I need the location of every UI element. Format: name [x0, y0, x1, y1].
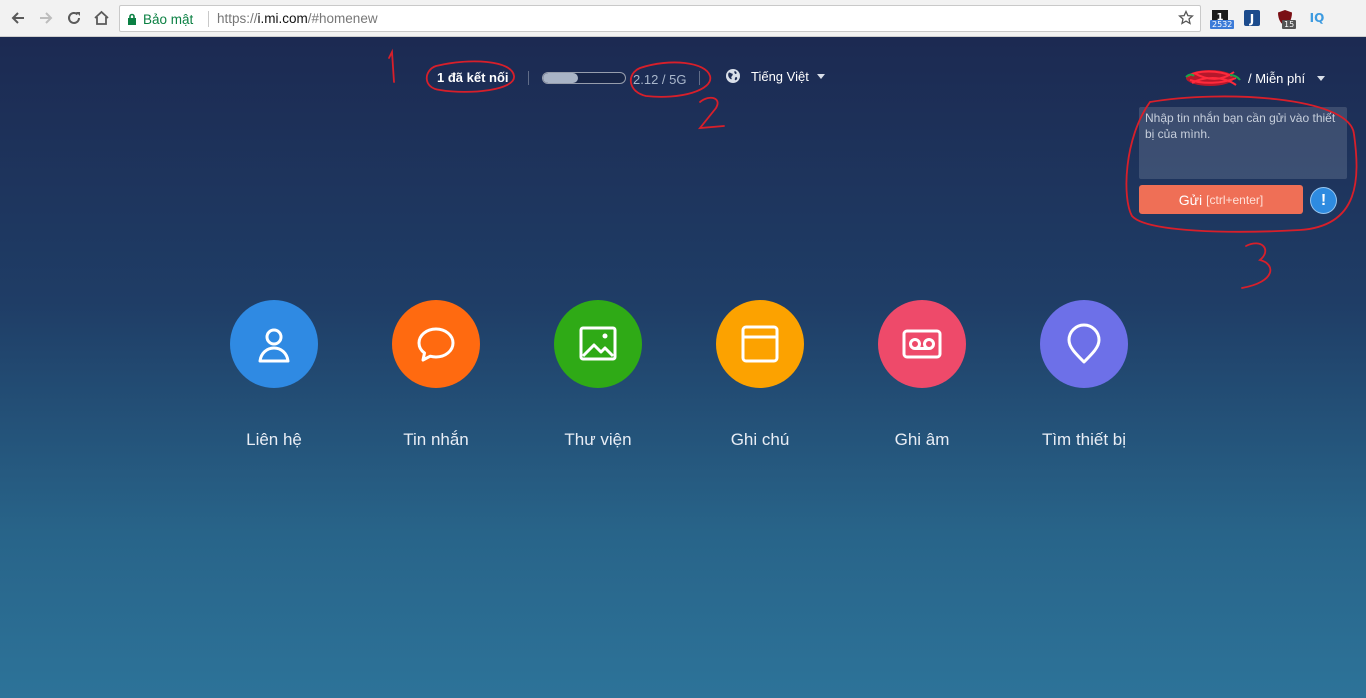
storage-progress-fill — [543, 73, 578, 83]
chevron-down-icon — [1317, 75, 1326, 81]
contact-icon — [258, 328, 290, 363]
annotation-one-mark — [388, 48, 395, 83]
svg-text:J: J — [1249, 12, 1254, 26]
chevron-down-icon — [816, 73, 825, 79]
plan-label: / Miễn phí — [1248, 70, 1306, 86]
feature-label: Ghi âm — [894, 430, 950, 449]
secure-label: Bảo mật — [143, 11, 194, 27]
messages-circle — [392, 300, 480, 388]
message-input[interactable] — [1139, 107, 1347, 179]
j-extension-icon: J — [1244, 10, 1260, 26]
send-shortcut: [ctrl+enter] — [1206, 192, 1264, 207]
header-divider — [528, 71, 529, 85]
language-selector[interactable]: Tiếng Việt — [725, 68, 825, 84]
storage-progress-bar — [542, 72, 626, 84]
feature-label: Tin nhắn — [403, 430, 469, 449]
redacted-username — [1185, 70, 1241, 86]
feature-contacts[interactable]: Liên hệ — [204, 300, 344, 450]
language-label: Tiếng Việt — [751, 68, 809, 84]
recorder-icon — [902, 329, 942, 359]
forward-button[interactable] — [36, 8, 56, 28]
feature-find-device[interactable]: Tìm thiết bị — [1014, 300, 1154, 450]
url-text[interactable]: https://i.mi.com/#homenew — [217, 11, 378, 26]
svg-text:IQ: IQ — [1310, 11, 1325, 25]
globe-icon — [726, 69, 740, 83]
feature-label: Thư viện — [564, 430, 632, 449]
reload-button[interactable] — [64, 8, 84, 28]
iq-icon: IQ — [1310, 11, 1325, 25]
feature-messages[interactable]: Tin nhắn — [366, 300, 506, 450]
feature-gallery[interactable]: Thư viện — [528, 300, 668, 450]
mi-cloud-home: 1 đã kết nối 2.12 / 5G Tiếng Việt / Miễn… — [0, 38, 1366, 698]
feature-label: Tìm thiết bị — [1041, 430, 1127, 449]
feature-label: Ghi chú — [730, 430, 790, 449]
omnibox-divider — [208, 11, 209, 27]
arrow-right-icon — [40, 12, 53, 24]
address-bar[interactable]: Bảo mật https://i.mi.com/#homenew — [119, 5, 1201, 32]
iq-extension-button[interactable]: IQ — [1307, 9, 1325, 27]
browser-toolbar: Bảo mật https://i.mi.com/#homenew 1 2532… — [0, 0, 1366, 37]
security-indicator[interactable]: Bảo mật — [127, 11, 193, 27]
home-icon — [93, 10, 109, 25]
send-button[interactable]: Gửi [ctrl+enter] — [1139, 185, 1303, 214]
bookmark-star-icon[interactable] — [1178, 10, 1194, 26]
j-extension-button[interactable]: J — [1243, 9, 1261, 27]
storage-usage: 2.12 / 5G — [633, 72, 687, 87]
back-button[interactable] — [8, 8, 28, 28]
ublock-extension-button[interactable]: 15 — [1276, 9, 1297, 29]
feature-recorder[interactable]: Ghi âm — [852, 300, 992, 450]
url-path: /#homenew — [307, 11, 378, 26]
account-menu[interactable]: / Miễn phí — [1184, 67, 1326, 89]
feedly-extension-button[interactable]: 1 2532 — [1210, 9, 1235, 29]
recorder-circle — [878, 300, 966, 388]
note-icon — [741, 325, 779, 363]
gallery-circle — [554, 300, 642, 388]
info-icon[interactable]: ! — [1310, 187, 1337, 214]
send-label: Gửi — [1178, 191, 1203, 208]
arrow-left-icon — [11, 12, 24, 24]
home-button[interactable] — [91, 8, 111, 28]
lock-icon — [128, 13, 136, 25]
location-icon — [1067, 323, 1101, 364]
connected-devices[interactable]: 1 đã kết nối — [437, 70, 509, 85]
extension-badge: 2532 — [1210, 20, 1235, 29]
gallery-icon — [579, 326, 617, 361]
message-icon — [417, 327, 455, 362]
find-device-circle — [1040, 300, 1128, 388]
annotation-two-mark — [697, 96, 725, 130]
notes-circle — [716, 300, 804, 388]
feature-notes[interactable]: Ghi chú — [690, 300, 830, 450]
feature-label: Liên hệ — [246, 430, 302, 449]
header-divider — [699, 71, 700, 85]
reload-icon — [68, 11, 80, 24]
url-host: i.mi.com — [257, 11, 308, 26]
contacts-circle — [230, 300, 318, 388]
url-scheme: https:// — [217, 11, 258, 26]
extension-badge: 15 — [1282, 20, 1297, 29]
annotation-three-mark — [1241, 242, 1272, 289]
